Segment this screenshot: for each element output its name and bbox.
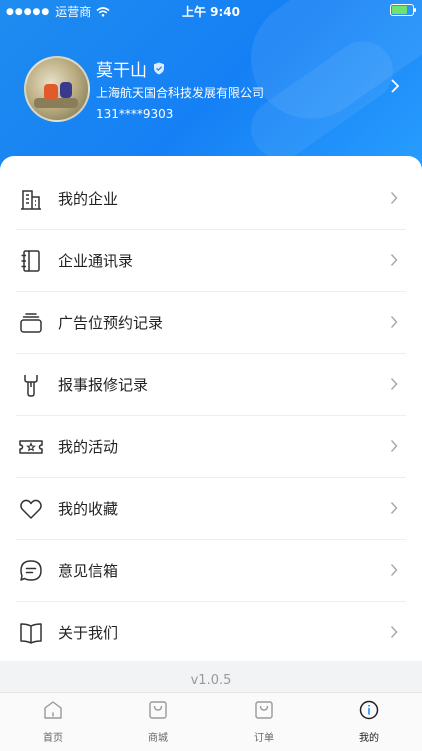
tab-home[interactable]: 首页 [23,699,83,744]
verified-shield-icon [154,62,164,75]
tab-label: 商城 [148,733,168,744]
menu-item-label: 我的活动 [58,438,119,456]
tab-mall[interactable]: 商城 [128,699,188,744]
menu-item-about-us[interactable]: 关于我们 [16,602,406,663]
menu-item-label: 报事报修记录 [58,376,149,394]
chat-icon [20,559,42,581]
order-bag-icon [255,701,273,719]
menu-item-label: 企业通讯录 [58,252,134,270]
ticket-icon [19,439,43,454]
chevron-right-icon [390,563,398,577]
home-icon [44,701,62,719]
tab-mine[interactable]: 我的 [339,699,399,744]
contacts-book-icon [21,249,40,272]
tab-bar: 首页 商城 订单 我的 [0,692,422,751]
menu-card: 我的企业 企业通讯录 广告位预约记录 报事报修记录 我的活动 我的收藏 意见信箱… [0,156,422,661]
avatar[interactable] [24,56,90,122]
battery-icon [390,4,416,16]
profile-card[interactable]: 莫干山 上海航天国合科技发展有限公司 131****9303 [24,56,404,122]
chevron-right-icon [390,315,398,329]
menu-item-label: 意见信箱 [58,562,119,580]
book-icon [20,622,42,644]
profile-info-icon [359,700,379,720]
status-bar: ●●●●● 运营商 上午 9:40 [0,0,422,22]
profile-company: 上海航天国合科技发展有限公司 [96,86,265,100]
chevron-right-icon[interactable] [390,78,400,94]
stack-icon [20,312,42,333]
chevron-right-icon [390,501,398,515]
menu-item-label: 广告位预约记录 [58,314,164,332]
menu-item-my-company[interactable]: 我的企业 [16,168,406,230]
menu-item-label: 我的企业 [58,190,119,208]
menu-item-label: 我的收藏 [58,500,119,518]
menu-item-feedback[interactable]: 意见信箱 [16,540,406,602]
building-icon [21,189,41,210]
status-time: 上午 9:40 [181,5,241,19]
menu-item-ad-bookings[interactable]: 广告位预约记录 [16,292,406,354]
menu-item-my-activities[interactable]: 我的活动 [16,416,406,478]
tab-label: 首页 [43,733,63,744]
chevron-right-icon [390,377,398,391]
shopping-bag-icon [149,701,167,719]
menu-item-contacts[interactable]: 企业通讯录 [16,230,406,292]
chevron-right-icon [390,625,398,639]
tab-label: 订单 [254,733,274,744]
wrench-icon [24,374,38,397]
profile-name: 莫干山 [96,61,147,81]
menu-item-label: 关于我们 [58,624,119,642]
menu-item-favorites[interactable]: 我的收藏 [16,478,406,540]
tab-label: 我的 [359,733,379,744]
heart-icon [20,499,42,519]
chevron-right-icon [390,253,398,267]
chevron-right-icon [390,191,398,205]
profile-phone: 131****9303 [96,107,174,121]
chevron-right-icon [390,439,398,453]
app-version: v1.0.5 [190,673,232,688]
menu-item-repair-records[interactable]: 报事报修记录 [16,354,406,416]
tab-orders[interactable]: 订单 [234,699,294,744]
